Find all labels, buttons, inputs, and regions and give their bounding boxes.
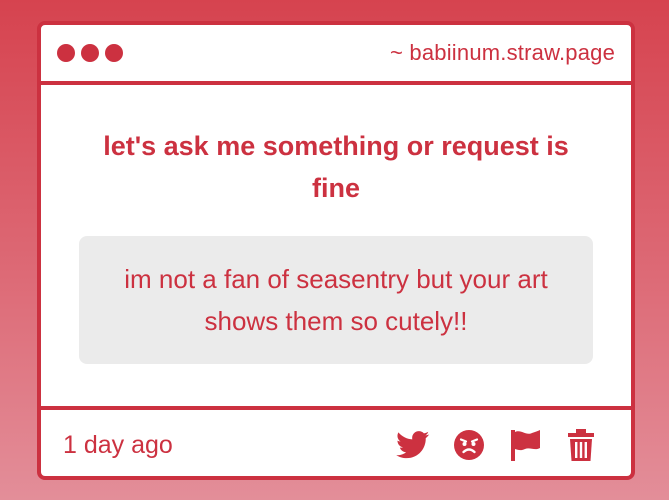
window-titlebar: ~ babiinum.straw.page [41,25,631,85]
trash-icon[interactable] [563,427,599,463]
card-footer: 1 day ago [41,410,631,476]
card-content: let's ask me something or request is fin… [41,85,631,410]
action-bar [395,427,599,463]
window-dot-icon [81,44,99,62]
message-bubble: im not a fan of seasentry but your art s… [79,236,593,364]
page-prompt: let's ask me something or request is fin… [103,131,569,203]
window-dots [57,44,123,62]
twitter-icon[interactable] [395,427,431,463]
site-url: ~ babiinum.straw.page [390,40,615,65]
message-card: ~ babiinum.straw.page let's ask me somet… [37,21,635,480]
timestamp: 1 day ago [63,430,173,459]
flag-icon[interactable] [507,427,543,463]
window-dot-icon [105,44,123,62]
window-dot-icon [57,44,75,62]
angry-face-icon[interactable] [451,427,487,463]
message-text: im not a fan of seasentry but your art s… [124,264,548,336]
